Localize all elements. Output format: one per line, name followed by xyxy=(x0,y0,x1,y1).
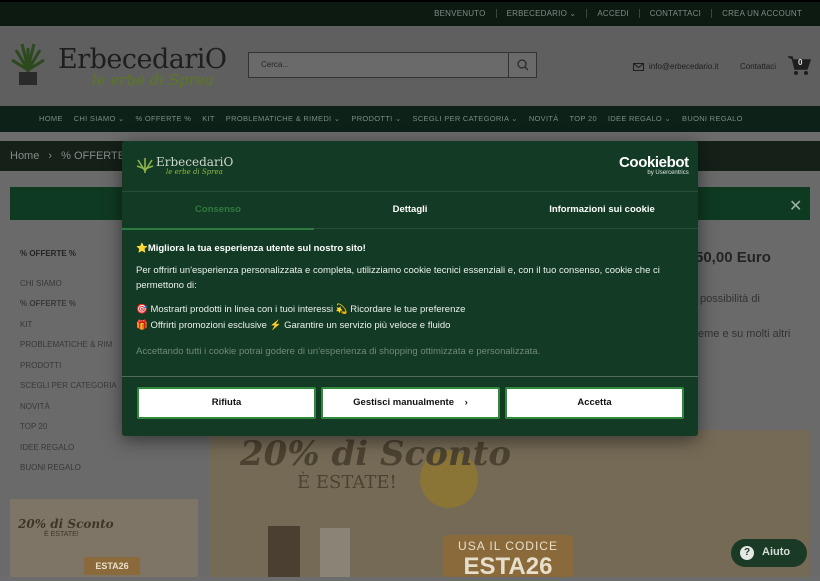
nav-novita[interactable]: NOVITÀ xyxy=(529,114,559,123)
dialog-logo-tagline: le erbe di Sprea xyxy=(166,168,223,176)
search-input[interactable]: Cerca... xyxy=(261,60,289,69)
product-bottle-image xyxy=(268,526,300,577)
chevron-right-icon: › xyxy=(464,397,468,408)
cookiebot-logo[interactable]: Cookiebot by Usercentrics xyxy=(619,154,689,176)
tab-consenso[interactable]: Consenso xyxy=(122,192,314,230)
question-icon: ? xyxy=(740,546,754,560)
discount-code-box: USA IL CODICE ESTA26 xyxy=(443,535,573,580)
site-logo[interactable]: ErbecedariO le erbe di Sprea xyxy=(10,40,227,90)
cart-button[interactable]: 0 xyxy=(787,54,812,76)
sidebar-item-idee-regalo[interactable]: IDEE REGALO xyxy=(20,443,74,452)
sidebar-item-problematiche[interactable]: PROBLEMATICHE & RIM xyxy=(20,340,112,349)
breadcrumb-current: % OFFERTE xyxy=(61,150,126,162)
tab-dettagli[interactable]: Dettagli xyxy=(314,192,506,230)
sidebar-item-offerte[interactable]: % OFFERTE % xyxy=(20,299,76,308)
small-banner-subline: È ESTATE! xyxy=(44,531,79,538)
cookie-heading: ⭐Migliora la tua esperienza utente sul n… xyxy=(136,243,366,254)
nav-chi-siamo[interactable]: CHI SIAMO ⌄ xyxy=(74,114,125,123)
reject-button[interactable]: Rifiuta xyxy=(137,387,316,419)
nav-kit[interactable]: KIT xyxy=(202,114,215,123)
help-label: Aiuto xyxy=(762,546,791,558)
sidebar-item-top20[interactable]: TOP 20 xyxy=(20,422,47,431)
nav-offerte[interactable]: % OFFERTE % xyxy=(136,114,192,123)
close-icon[interactable]: ✕ xyxy=(789,196,802,216)
email-link[interactable]: info@erbecedario.it xyxy=(633,62,719,71)
contact-header-link[interactable]: Contattaci xyxy=(740,62,776,71)
small-banner-code: ESTA26 xyxy=(84,557,140,575)
cookie-fade-text: Accettando tutti i cookie potrai godere … xyxy=(136,346,541,357)
nav-top20[interactable]: TOP 20 xyxy=(570,114,597,123)
banner-headline: 20% di Sconto xyxy=(240,434,512,474)
top-utility-bar: BENVENUTO ERBECEDARIO ⌄ ACCEDI CONTATTAC… xyxy=(0,0,820,26)
cookie-tabs: Consenso Dettagli Informazioni sui cooki… xyxy=(122,191,698,230)
main-navigation: HOME CHI SIAMO ⌄ % OFFERTE % KIT PROBLEM… xyxy=(0,106,820,132)
offer-text-2: eme e su molti altri xyxy=(698,328,791,340)
accept-button[interactable]: Accetta xyxy=(505,387,684,419)
sidebar-item-kit[interactable]: KIT xyxy=(20,320,32,329)
nav-home[interactable]: HOME xyxy=(39,114,63,123)
sidebar-item-prodotti[interactable]: PRODOTTI xyxy=(20,361,61,370)
banner-subline: È ESTATE! xyxy=(297,472,397,493)
login-link[interactable]: ACCEDI xyxy=(586,9,638,18)
nav-problematiche[interactable]: PROBLEMATICHE & RIMEDI ⌄ xyxy=(226,114,341,123)
search-box[interactable]: Cerca... xyxy=(248,52,537,78)
cookie-benefit-2: 🎁 Offrirti promozioni esclusive ⚡ Garant… xyxy=(136,320,451,331)
small-discount-banner[interactable]: 20% di Sconto È ESTATE! ESTA26 xyxy=(10,499,198,577)
dialog-logo-name: ErbecedariO xyxy=(156,155,234,169)
cookie-benefit-1: 🎯 Mostrarti prodotti in linea con i tuoi… xyxy=(136,304,466,315)
cart-count: 0 xyxy=(798,58,803,67)
dialog-logo: ErbecedariO le erbe di Sprea xyxy=(136,154,236,178)
logo-tagline: le erbe di Sprea xyxy=(92,71,214,89)
offer-text-1: possibilità di xyxy=(700,293,760,305)
nav-buoni-regalo[interactable]: BUONI REGALO xyxy=(682,114,743,123)
sidebar-item-novita[interactable]: NOVITÀ xyxy=(20,402,50,411)
plant-logo-icon xyxy=(11,43,45,85)
email-text: info@erbecedario.it xyxy=(649,62,719,71)
tab-informazioni[interactable]: Informazioni sui cookie xyxy=(506,192,698,230)
manage-cookies-label: Gestisci manualmente xyxy=(353,397,455,408)
sidebar-item-categoria[interactable]: SCEGLI PER CATEGORIA xyxy=(20,381,117,390)
manage-cookies-button[interactable]: Gestisci manualmente › xyxy=(321,387,500,419)
nav-prodotti[interactable]: PRODOTTI ⌄ xyxy=(351,114,401,123)
nav-idee-regalo[interactable]: IDEE REGALO ⌄ xyxy=(608,114,671,123)
sidebar-title: % OFFERTE % xyxy=(20,249,77,258)
breadcrumb-home[interactable]: Home xyxy=(10,150,39,162)
cookie-text: ⭐Migliora la tua esperienza utente sul n… xyxy=(136,243,684,357)
envelope-icon xyxy=(633,62,644,71)
plant-logo-icon xyxy=(136,158,154,173)
sidebar-item-buoni-regalo[interactable]: BUONI REGALO xyxy=(20,463,81,472)
sidebar-item-chi-siamo[interactable]: CHI SIAMO xyxy=(20,279,62,288)
contact-link[interactable]: CONTATTACI xyxy=(638,9,711,18)
search-icon xyxy=(517,59,529,71)
summer-discount-banner[interactable]: 20% di Sconto È ESTATE! USA IL CODICE ES… xyxy=(210,430,810,580)
cookie-paragraph: Per offrirti un'esperienza personalizzat… xyxy=(136,265,660,291)
breadcrumb-separator: › xyxy=(48,150,53,162)
welcome-link[interactable]: BENVENUTO xyxy=(424,9,495,18)
nav-categoria[interactable]: SCEGLI PER CATEGORIA ⌄ xyxy=(413,114,518,123)
create-account-link[interactable]: CREA UN ACCOUNT xyxy=(711,9,812,18)
cookie-consent-dialog: ErbecedariO le erbe di Sprea Cookiebot b… xyxy=(122,141,698,436)
help-button[interactable]: ? Aiuto xyxy=(731,539,807,567)
small-banner-headline: 20% di Sconto xyxy=(18,517,114,531)
site-header: ErbecedariO le erbe di Sprea Cerca... in… xyxy=(0,26,820,106)
search-button[interactable] xyxy=(508,53,536,77)
dialog-divider xyxy=(122,376,698,377)
discount-code-label: USA IL CODICE xyxy=(458,539,558,553)
product-bottle-image xyxy=(320,528,350,577)
erbecedario-menu-link[interactable]: ERBECEDARIO ⌄ xyxy=(495,9,587,18)
cookiebot-brand: Cookiebot xyxy=(619,154,689,171)
offer-price: 50,00 Euro xyxy=(695,249,771,266)
